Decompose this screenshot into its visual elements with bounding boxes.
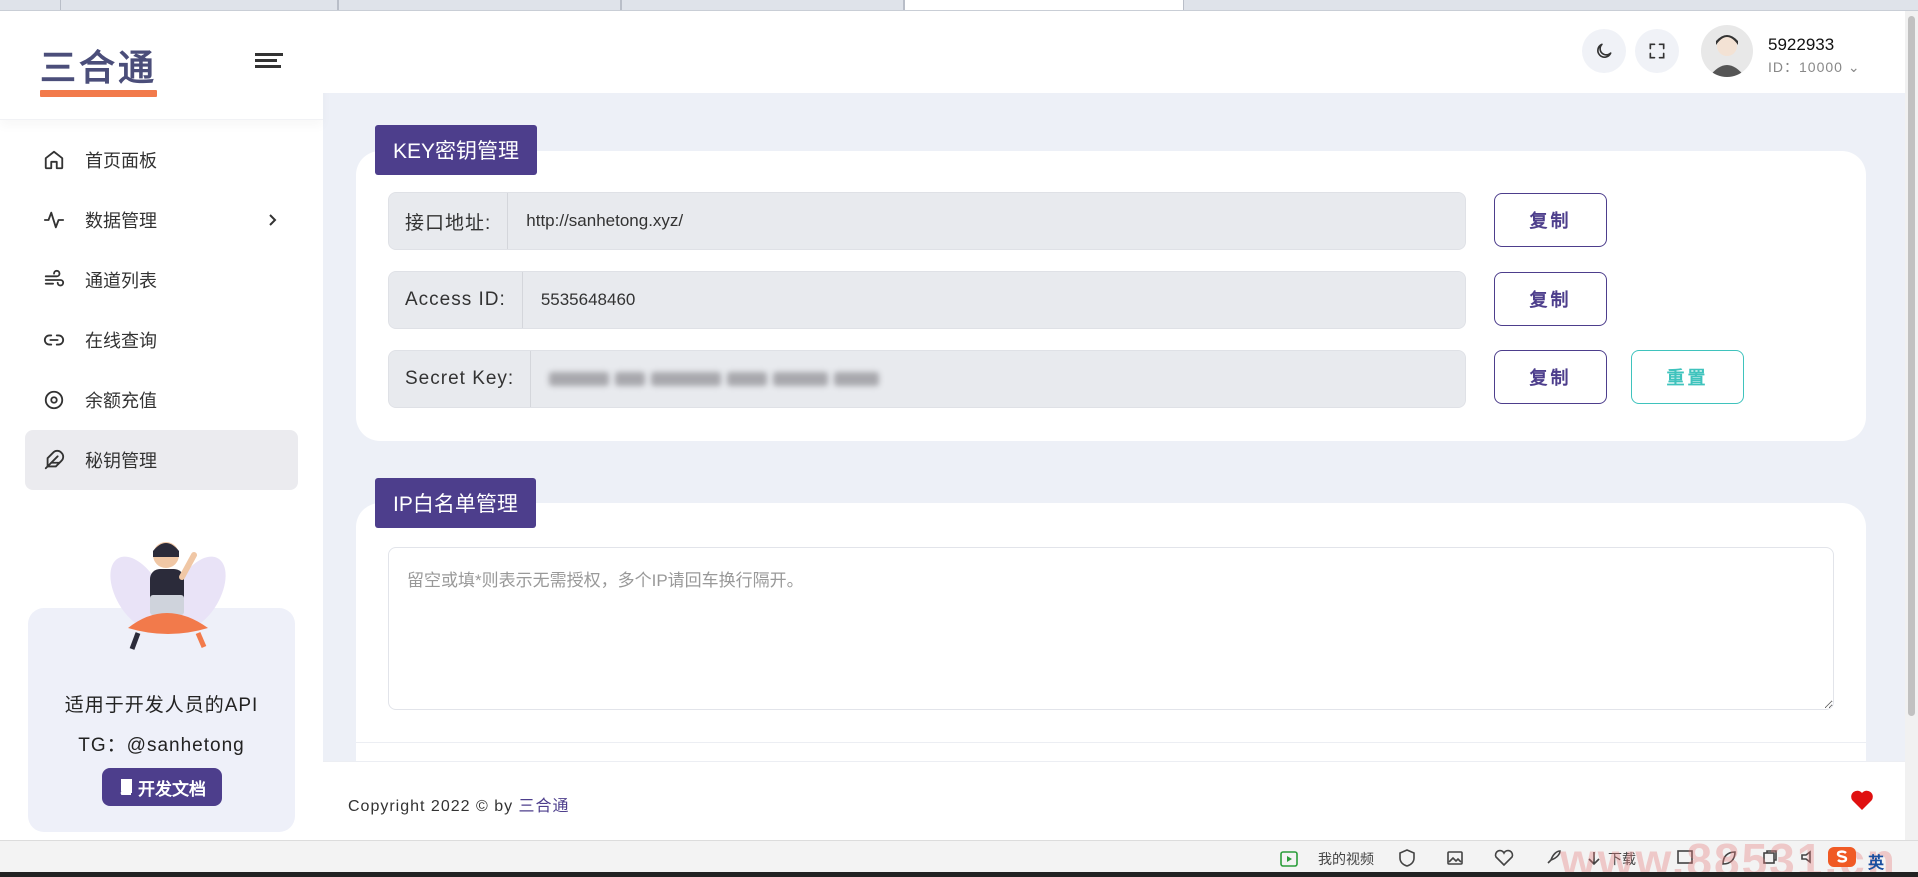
taskbar-edge: [0, 872, 1918, 877]
secret-key-value[interactable]: [531, 351, 1465, 407]
target-icon: [43, 389, 65, 411]
user-id[interactable]: ID：10000 ⌄: [1768, 57, 1861, 77]
sidebar-item-recharge[interactable]: 余额充值: [25, 370, 298, 430]
health-icon[interactable]: [1494, 849, 1514, 867]
card-divider: [356, 742, 1866, 743]
sogou-ime-icon[interactable]: [1826, 845, 1858, 869]
app-logo[interactable]: 三合通: [40, 39, 158, 97]
promo-line-2: TG：@sanhetong: [78, 735, 245, 756]
browser-status-bar: 我的视频 下载 www.88531.cn 英: [0, 834, 1918, 877]
heart-icon: [1851, 790, 1873, 810]
vertical-scrollbar[interactable]: [1905, 11, 1918, 840]
browser-tab[interactable]: [338, 0, 621, 10]
access-id-label: Access ID:: [389, 272, 523, 328]
chevron-down-icon: ⌄: [1847, 59, 1861, 75]
fullscreen-button[interactable]: [1635, 29, 1679, 73]
moon-icon: [1597, 43, 1612, 58]
api-address-row: 接口地址: http://sanhetong.xyz/: [388, 192, 1466, 250]
dev-docs-button[interactable]: 开发文档: [102, 768, 222, 806]
browser-tab-strip: [0, 0, 1918, 11]
copy-secret-key-button[interactable]: 复制: [1494, 350, 1607, 404]
developer-illustration: [110, 542, 226, 650]
dev-docs-button-label: 开发文档: [138, 779, 206, 799]
reset-secret-key-button[interactable]: 重置: [1631, 350, 1744, 404]
sidebar-item-dashboard[interactable]: 首页面板: [25, 130, 298, 190]
api-address-value[interactable]: http://sanhetong.xyz/: [508, 193, 1465, 249]
fullscreen-icon: [1649, 43, 1665, 59]
copy-access-id-button[interactable]: 复制: [1494, 272, 1607, 326]
access-id-row: Access ID: 5535648460: [388, 271, 1466, 329]
image-icon[interactable]: [1446, 849, 1464, 867]
promo-line-1: 适用于开发人员的API: [64, 695, 259, 716]
sidebar-item-label: 在线查询: [85, 331, 157, 351]
sidebar-item-label: 秘钥管理: [85, 451, 157, 471]
copyright-text: Copyright 2022 © by 三合通: [348, 792, 570, 816]
home-icon: [43, 149, 65, 171]
my-video-label: 我的视频: [1318, 851, 1374, 867]
browser-tab[interactable]: [60, 0, 338, 10]
developer-promo-card: 适用于开发人员的API TG：@sanhetong 开发文档: [28, 542, 295, 832]
scrollbar-thumb[interactable]: [1908, 16, 1915, 716]
chevron-right-icon: [266, 211, 278, 232]
access-id-value[interactable]: 5535648460: [522, 272, 1465, 328]
sidebar-item-label: 数据管理: [85, 211, 157, 231]
browser-tab[interactable]: [621, 0, 904, 10]
user-id-label: ID：10000: [1768, 59, 1843, 75]
book-icon: [120, 779, 132, 795]
sidebar-item-label: 通道列表: [85, 271, 157, 291]
dark-mode-toggle[interactable]: [1582, 29, 1626, 73]
browser-tab-active[interactable]: [904, 0, 1184, 10]
menu-toggle-icon[interactable]: [255, 53, 283, 73]
ip-whitelist-input[interactable]: [388, 547, 1834, 710]
avatar[interactable]: [1701, 25, 1753, 77]
ime-language-indicator[interactable]: 英: [1868, 849, 1884, 873]
sidebar-item-label: 余额充值: [85, 391, 157, 411]
my-video-button[interactable]: 我的视频: [1280, 849, 1374, 869]
copyright-label: Copyright 2022 © by: [348, 798, 514, 815]
top-header: 5922933 ID：10000 ⌄: [323, 11, 1905, 93]
ip-whitelist-title: IP白名单管理: [375, 478, 536, 528]
secret-key-row: Secret Key:: [388, 350, 1466, 408]
link-icon: [43, 329, 65, 351]
video-play-icon: [1280, 851, 1298, 867]
sidebar-item-key-management[interactable]: 秘钥管理: [25, 430, 298, 490]
key-management-title: KEY密钥管理: [375, 125, 538, 175]
sidebar-item-channel-list[interactable]: 通道列表: [25, 250, 298, 310]
activity-icon: [43, 209, 65, 231]
brand-link[interactable]: 三合通: [519, 798, 570, 815]
copy-api-address-button[interactable]: 复制: [1494, 193, 1607, 247]
api-address-label: 接口地址:: [389, 193, 509, 249]
footer: Copyright 2022 © by 三合通: [323, 761, 1905, 840]
sidebar-item-data-management[interactable]: 数据管理: [25, 190, 298, 250]
secret-key-label: Secret Key:: [389, 351, 532, 407]
secret-key-blurred: [549, 372, 880, 386]
shield-icon[interactable]: [1398, 849, 1416, 867]
feather-icon: [43, 449, 65, 471]
sidebar: 三合通 首页面板 数据管理 通道列表 在线查询 余额充值 秘钥管理 适用于开发人…: [0, 11, 323, 840]
sidebar-item-label: 首页面板: [85, 151, 157, 171]
sidebar-nav: 首页面板 数据管理 通道列表 在线查询 余额充值 秘钥管理: [0, 120, 323, 490]
wind-icon: [43, 269, 65, 291]
sidebar-item-online-query[interactable]: 在线查询: [25, 310, 298, 370]
user-name[interactable]: 5922933: [1768, 35, 1834, 55]
